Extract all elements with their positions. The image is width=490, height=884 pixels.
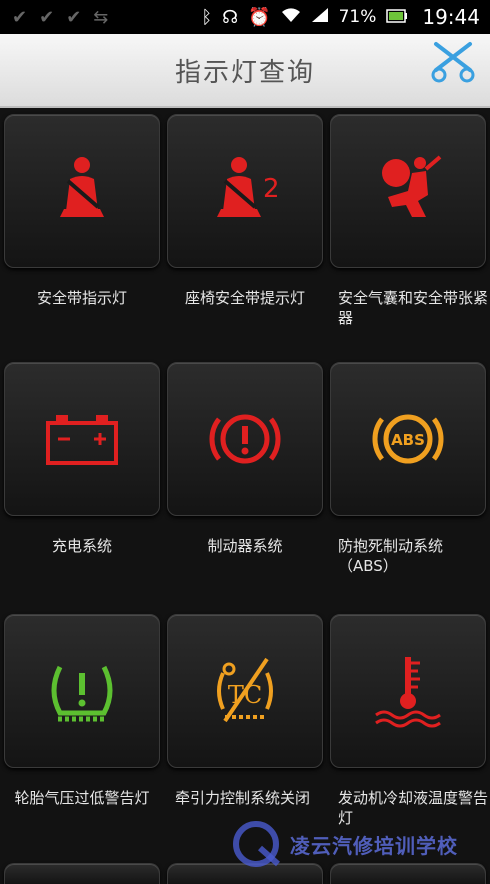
indicator-tile[interactable] <box>167 362 323 516</box>
usb-debug-icon: ⇆ <box>93 6 109 28</box>
airbag-icon <box>382 155 442 217</box>
coolant-temp-icon <box>375 657 441 728</box>
close-button[interactable] <box>430 40 476 84</box>
indicator-label: 防抱死制动系统（ABS） <box>338 537 444 575</box>
svg-text:ABS: ABS <box>391 431 425 449</box>
indicator-tile[interactable] <box>4 114 160 268</box>
system-icons: ᛒ ☊ ⏰ 71% 19:44 <box>201 5 490 29</box>
indicator-label: 牵引力控制系统关闭 <box>175 789 311 807</box>
indicator-tile[interactable] <box>330 614 486 768</box>
indicator-label: 安全带指示灯 <box>36 289 127 307</box>
headset-icon: ☊ <box>222 6 239 28</box>
svg-text:2: 2 <box>263 174 280 204</box>
scissors-close-icon <box>431 42 475 83</box>
indicator-tile[interactable] <box>330 114 486 268</box>
indicator-label: 充电系统 <box>51 537 112 555</box>
watermark-text: 凌云汽修培训学校 <box>290 834 458 858</box>
indicator-tile[interactable]: 2 <box>167 114 323 268</box>
indicator-label: 轮胎气压过低警告灯 <box>14 789 150 807</box>
check-icon: ✔ <box>39 6 55 28</box>
page-title: 指示灯查询 <box>174 58 315 88</box>
watermark-logo-icon <box>233 821 280 867</box>
clock: 19:44 <box>422 5 480 29</box>
indicator-tile[interactable]: ABS <box>330 362 486 516</box>
check-icon: ✔ <box>66 6 82 28</box>
alarm-icon: ⏰ <box>248 6 271 28</box>
notification-icons: ✔ ✔ ✔ ⇆ <box>0 7 108 28</box>
indicator-tile[interactable] <box>4 863 160 884</box>
indicator-label: 座椅安全带提示灯 <box>184 289 305 307</box>
indicator-tile[interactable] <box>4 614 160 768</box>
battery-icon <box>46 415 118 465</box>
abs-icon: ABS <box>372 414 444 464</box>
seatbelt-icon <box>60 157 104 217</box>
title-bar: 指示灯查询 <box>0 34 490 108</box>
watermark: 凌云汽修培训学校 <box>230 818 490 868</box>
indicator-label: 制动器系统 <box>207 537 283 555</box>
wifi-icon <box>281 7 301 28</box>
indicator-tile[interactable]: TC <box>167 614 323 768</box>
bluetooth-icon: ᛒ <box>201 6 213 28</box>
battery-icon <box>386 7 408 28</box>
check-icon: ✔ <box>12 6 28 28</box>
indicator-tile[interactable] <box>4 362 160 516</box>
status-bar: ✔ ✔ ✔ ⇆ ᛒ ☊ ⏰ 71% 19:44 <box>0 0 490 34</box>
tire-pressure-icon <box>51 665 113 722</box>
brake-icon <box>209 414 281 464</box>
seatbelt-2-icon: 2 <box>217 157 280 217</box>
indicator-label: 安全气囊和安全带张紧器 <box>338 289 489 327</box>
battery-percent: 71% <box>338 7 377 27</box>
signal-icon <box>311 7 329 28</box>
traction-control-off-icon: TC <box>217 657 273 723</box>
